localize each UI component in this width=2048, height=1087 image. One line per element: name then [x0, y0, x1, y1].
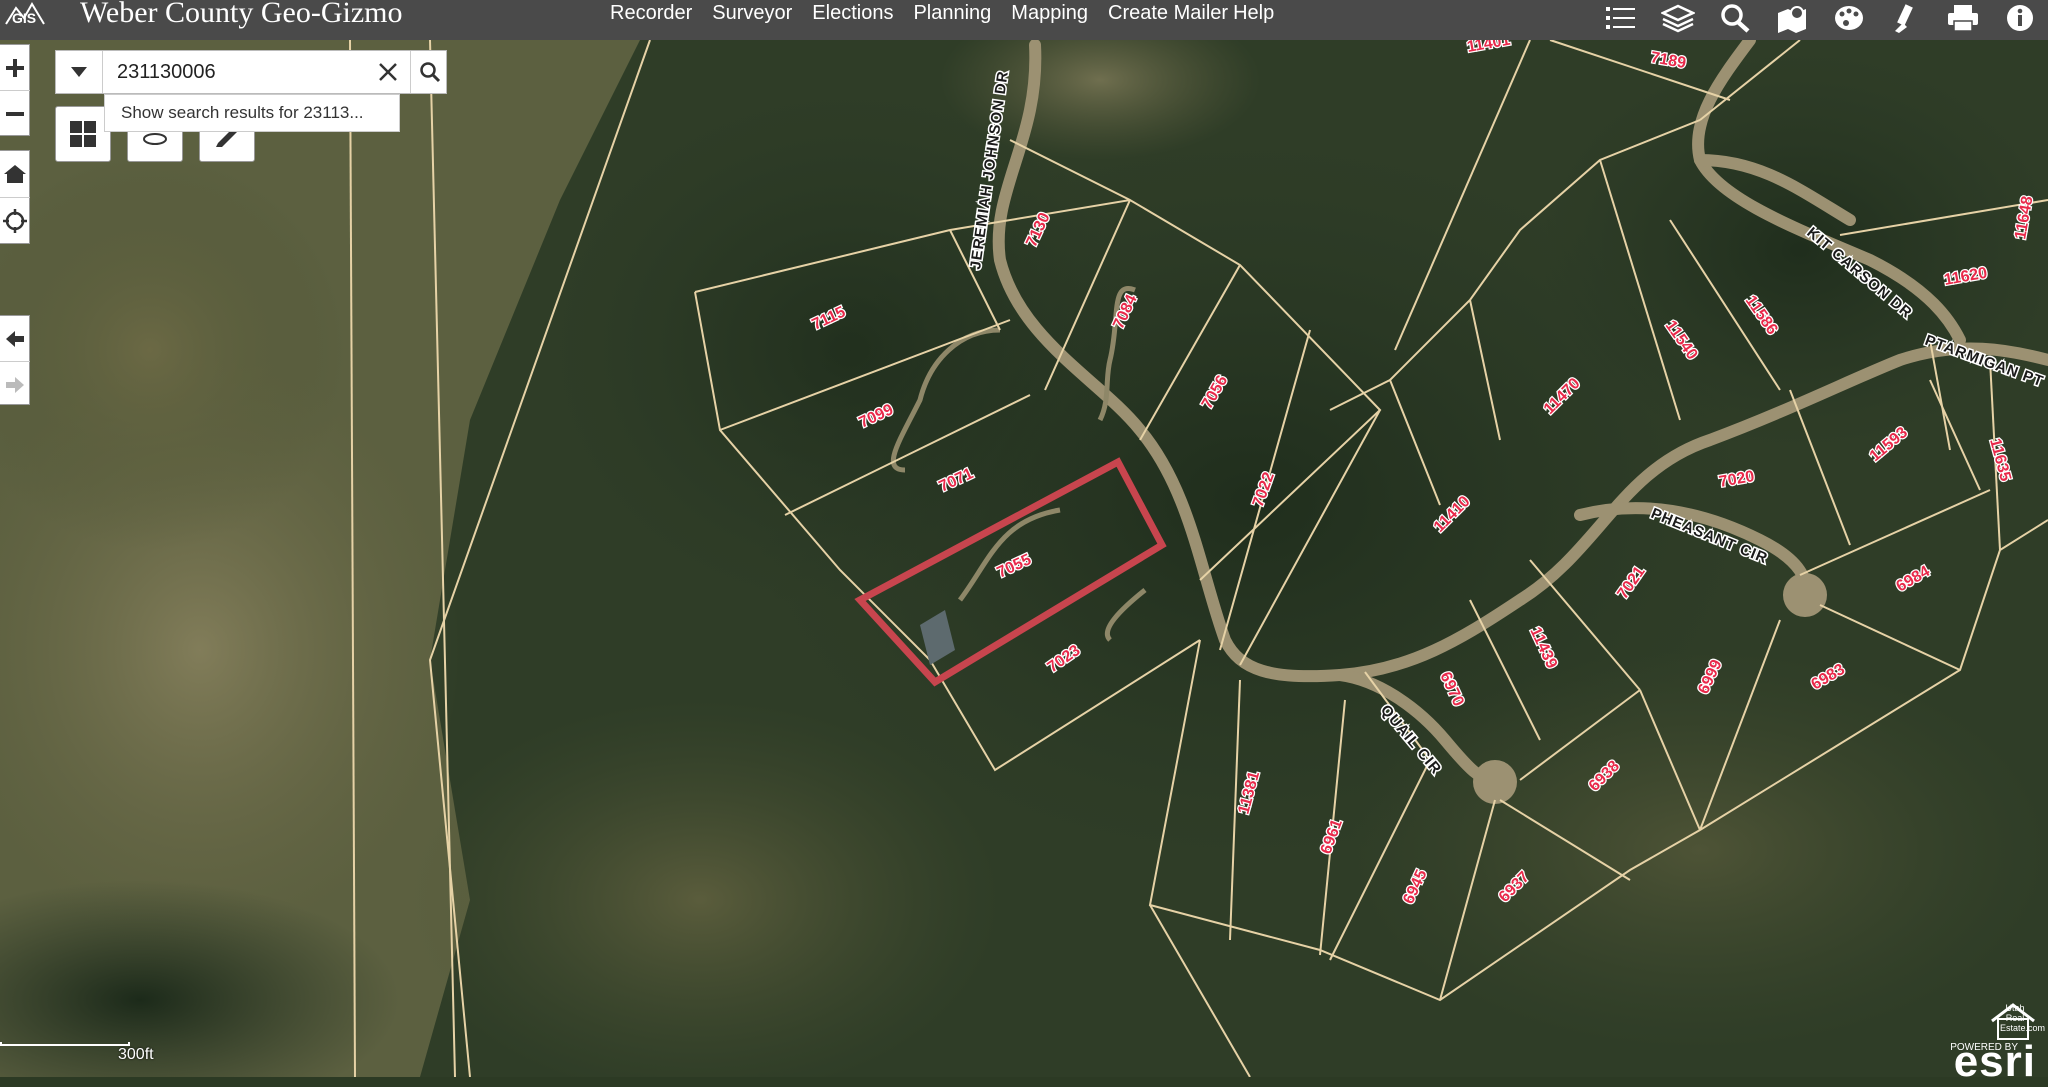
cul-de-sac [1783, 573, 1827, 617]
zoom-out-button[interactable] [0, 91, 30, 136]
home-button[interactable] [0, 151, 30, 198]
watermark-text: Utah Real Estate.com [2000, 1003, 2046, 1033]
palette-button[interactable] [1820, 0, 1877, 36]
print-icon [1947, 5, 1978, 32]
basemap-gallery-button[interactable] [55, 106, 111, 162]
nav-help[interactable]: Help [1233, 0, 1284, 40]
nav-recorder[interactable]: Recorder [600, 0, 702, 40]
list-icon [1605, 7, 1635, 29]
gis-logo[interactable]: GIS [4, 0, 52, 36]
search-input[interactable] [109, 51, 409, 93]
search-tool-button[interactable] [1706, 0, 1763, 36]
measure-icon [1894, 4, 1913, 33]
search-icon [419, 62, 440, 83]
map-pin-icon [1777, 6, 1806, 33]
layers-icon [1660, 4, 1695, 33]
previous-extent-button[interactable] [0, 316, 30, 362]
app-title: Weber County Geo-Gizmo [80, 0, 403, 29]
nav-planning[interactable]: Planning [903, 0, 1001, 40]
search-source-dropdown[interactable] [56, 51, 103, 93]
search-icon [1720, 4, 1750, 33]
print-button[interactable] [1934, 0, 1991, 36]
grid-icon [70, 121, 96, 147]
zoom-controls [0, 44, 30, 136]
arrow-left-icon [6, 330, 24, 347]
main-nav: Recorder Surveyor Elections Planning Map… [600, 0, 1284, 40]
scale-bar: 300ft [0, 1042, 154, 1063]
scale-label: 300ft [118, 1046, 154, 1063]
extent-controls [0, 315, 30, 405]
measure-button[interactable] [1877, 0, 1934, 36]
header-toolbar [1592, 0, 2048, 40]
logo-text: GIS [12, 10, 37, 26]
caret-down-icon [71, 67, 87, 77]
search-box [55, 50, 447, 94]
info-button[interactable] [1991, 0, 2048, 36]
terrain-forest [1540, 50, 2048, 450]
search-submit-button[interactable] [410, 51, 448, 93]
nav-mapping[interactable]: Mapping [1001, 0, 1098, 40]
scale-line [0, 1042, 130, 1046]
layers-button[interactable] [1649, 0, 1706, 36]
home-icon [4, 165, 26, 183]
next-extent-button[interactable] [0, 362, 30, 407]
cul-de-sac [1473, 760, 1517, 804]
nav-surveyor[interactable]: Surveyor [702, 0, 802, 40]
app-header: GIS Weber County Geo-Gizmo Recorder Surv… [0, 0, 2048, 40]
plus-icon [6, 58, 24, 77]
aerial-map[interactable]: 7115 7099 7071 7055 7023 7130 7084 7056 … [0, 0, 2048, 1077]
nav-elections[interactable]: Elections [802, 0, 903, 40]
arrow-right-icon [6, 376, 24, 393]
info-icon [2006, 5, 2033, 31]
esri-logo[interactable]: esri [1954, 1037, 2036, 1087]
locate-button[interactable] [0, 198, 30, 244]
clear-search-button[interactable] [366, 51, 410, 93]
map-pin-button[interactable] [1763, 0, 1820, 36]
nav-create-mailer[interactable]: Create Mailer [1098, 0, 1233, 40]
crosshair-icon [3, 209, 27, 233]
zoom-in-button[interactable] [0, 45, 30, 91]
minus-icon [6, 111, 24, 116]
search-suggestion[interactable]: Show search results for 23113... [104, 94, 400, 132]
view-controls [0, 150, 30, 244]
palette-icon [1834, 6, 1863, 30]
close-icon [379, 63, 397, 81]
legend-button[interactable] [1592, 0, 1649, 36]
